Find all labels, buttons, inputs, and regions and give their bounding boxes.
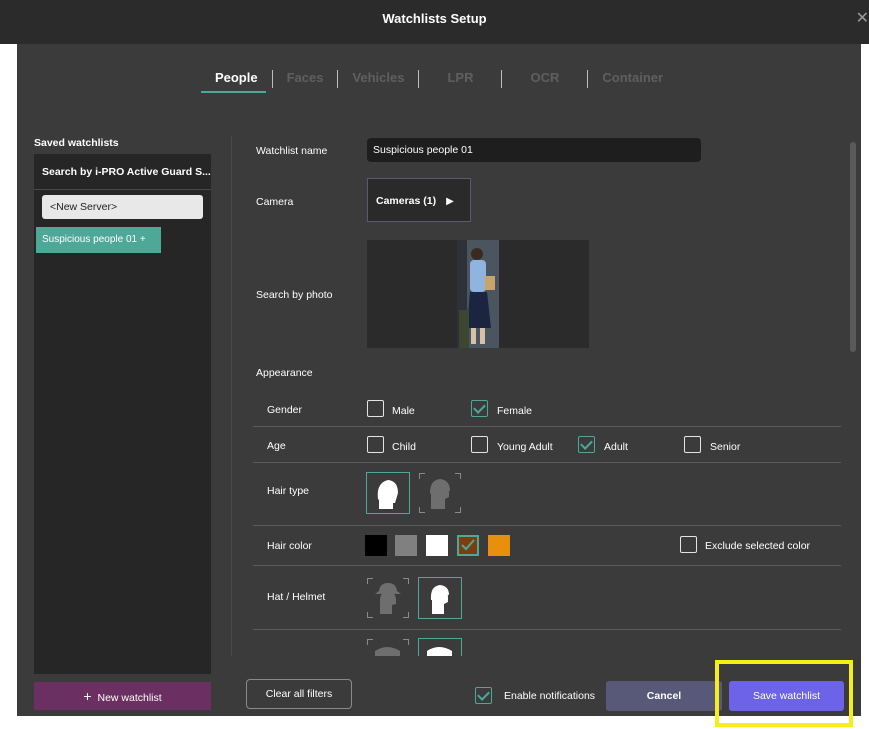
short-hair-icon (430, 479, 450, 509)
tab-faces[interactable]: Faces (273, 68, 338, 88)
row-divider (253, 629, 841, 630)
row-divider (253, 462, 841, 463)
no-hat-icon (430, 585, 449, 614)
window-title: Watchlists Setup (382, 11, 487, 26)
person-photo (457, 240, 499, 348)
male-checkbox[interactable] (367, 400, 384, 417)
tab-lpr[interactable]: LPR (419, 68, 501, 88)
corner-marker (455, 507, 461, 513)
clear-all-filters-button[interactable]: Clear all filters (246, 679, 352, 709)
corner-marker (367, 578, 373, 584)
young-adult-checkbox[interactable] (471, 436, 488, 453)
watchlists-setup-window: People Faces Vehicles LPR OCR Container Saved… (17, 44, 861, 727)
person-photo-image (457, 240, 499, 348)
save-watchlist-button[interactable]: Save watchlist (729, 681, 844, 711)
child-label: Child (392, 441, 416, 453)
play-arrow-icon: ▶ (446, 196, 454, 207)
saved-watchlists-panel: Search by i-PRO Active Guard S... <New S… (34, 154, 211, 674)
title-bar: Watchlists Setup ✕ (0, 0, 869, 44)
child-checkbox[interactable] (367, 436, 384, 453)
plus-icon: + (83, 688, 92, 704)
no-hat-option[interactable] (418, 577, 462, 619)
female-label: Female (497, 405, 533, 417)
corner-marker (367, 612, 373, 618)
panel-divider (231, 136, 232, 656)
senior-checkbox[interactable] (684, 436, 701, 453)
cameras-button[interactable]: Cameras (1) ▶ (367, 178, 471, 222)
long-hair-icon (377, 480, 398, 509)
male-label: Male (392, 405, 415, 417)
tab-bar: People Faces Vehicles LPR OCR Container (17, 68, 861, 94)
hair-color-black-swatch[interactable] (365, 535, 387, 556)
watchlist-name-input[interactable]: Suspicious people 01 (367, 138, 701, 162)
content-scrollbar[interactable] (850, 142, 856, 352)
clothing-icon (375, 647, 400, 656)
watchlist-name-label: Watchlist name (256, 145, 328, 157)
tab-vehicles[interactable]: Vehicles (338, 68, 418, 88)
new-server-item[interactable]: <New Server> (42, 195, 203, 219)
appearance-label: Appearance (256, 367, 313, 379)
tab-container[interactable]: Container (588, 68, 677, 88)
watchlist-item[interactable]: Suspicious people 01 + (36, 227, 161, 253)
row-divider (253, 525, 841, 526)
close-icon[interactable]: ✕ (856, 8, 869, 28)
hair-type-label: Hair type (267, 485, 310, 497)
hat-icon (375, 583, 401, 614)
checkmark-icon (461, 539, 475, 551)
upper-clothing-selected-option[interactable] (418, 638, 462, 656)
enable-notifications-label: Enable notifications (504, 690, 596, 702)
hair-color-gray-swatch[interactable] (395, 535, 417, 556)
corner-marker (455, 473, 461, 479)
hair-color-brown-swatch[interactable] (457, 535, 479, 556)
corner-marker (419, 507, 425, 513)
hair-color-white-swatch[interactable] (426, 535, 448, 556)
exclude-selected-color-checkbox[interactable] (680, 536, 697, 553)
corner-marker (419, 473, 425, 479)
young-adult-label: Young Adult (497, 441, 553, 453)
search-by-photo-label: Search by photo (256, 289, 333, 301)
new-watchlist-button[interactable]: + New watchlist (34, 682, 211, 710)
enable-notifications-checkbox[interactable] (475, 687, 492, 704)
tab-people[interactable]: People (200, 68, 272, 93)
row-divider (253, 565, 841, 566)
clothing-icon (427, 647, 452, 656)
saved-watchlists-title: Saved watchlists (34, 137, 119, 149)
senior-label: Senior (710, 441, 741, 453)
hat-option[interactable] (366, 577, 410, 619)
hat-helmet-label: Hat / Helmet (267, 591, 326, 603)
corner-marker (367, 639, 373, 645)
adult-checkbox[interactable] (578, 436, 595, 453)
corner-marker (403, 612, 409, 618)
gender-label: Gender (267, 404, 303, 416)
adult-label: Adult (604, 441, 628, 453)
female-checkbox[interactable] (471, 400, 488, 417)
age-label: Age (267, 440, 286, 452)
corner-marker (403, 578, 409, 584)
corner-marker (403, 639, 409, 645)
hair-color-orange-swatch[interactable] (488, 535, 510, 556)
cancel-button[interactable]: Cancel (606, 681, 722, 711)
camera-label: Camera (256, 196, 294, 208)
new-watchlist-label: New watchlist (97, 692, 162, 704)
row-divider (253, 426, 841, 427)
tab-ocr[interactable]: OCR (502, 68, 587, 88)
short-hair-option[interactable] (418, 472, 462, 514)
long-hair-option[interactable] (366, 472, 410, 514)
next-row-clip (253, 634, 841, 656)
exclude-selected-color-label: Exclude selected color (705, 540, 811, 552)
cameras-button-label: Cameras (1) (376, 195, 437, 207)
photo-drop-area[interactable] (367, 240, 589, 348)
upper-clothing-option[interactable] (366, 638, 410, 656)
server-item[interactable]: Search by i-PRO Active Guard S... (34, 154, 211, 190)
hair-color-label: Hair color (267, 540, 312, 552)
